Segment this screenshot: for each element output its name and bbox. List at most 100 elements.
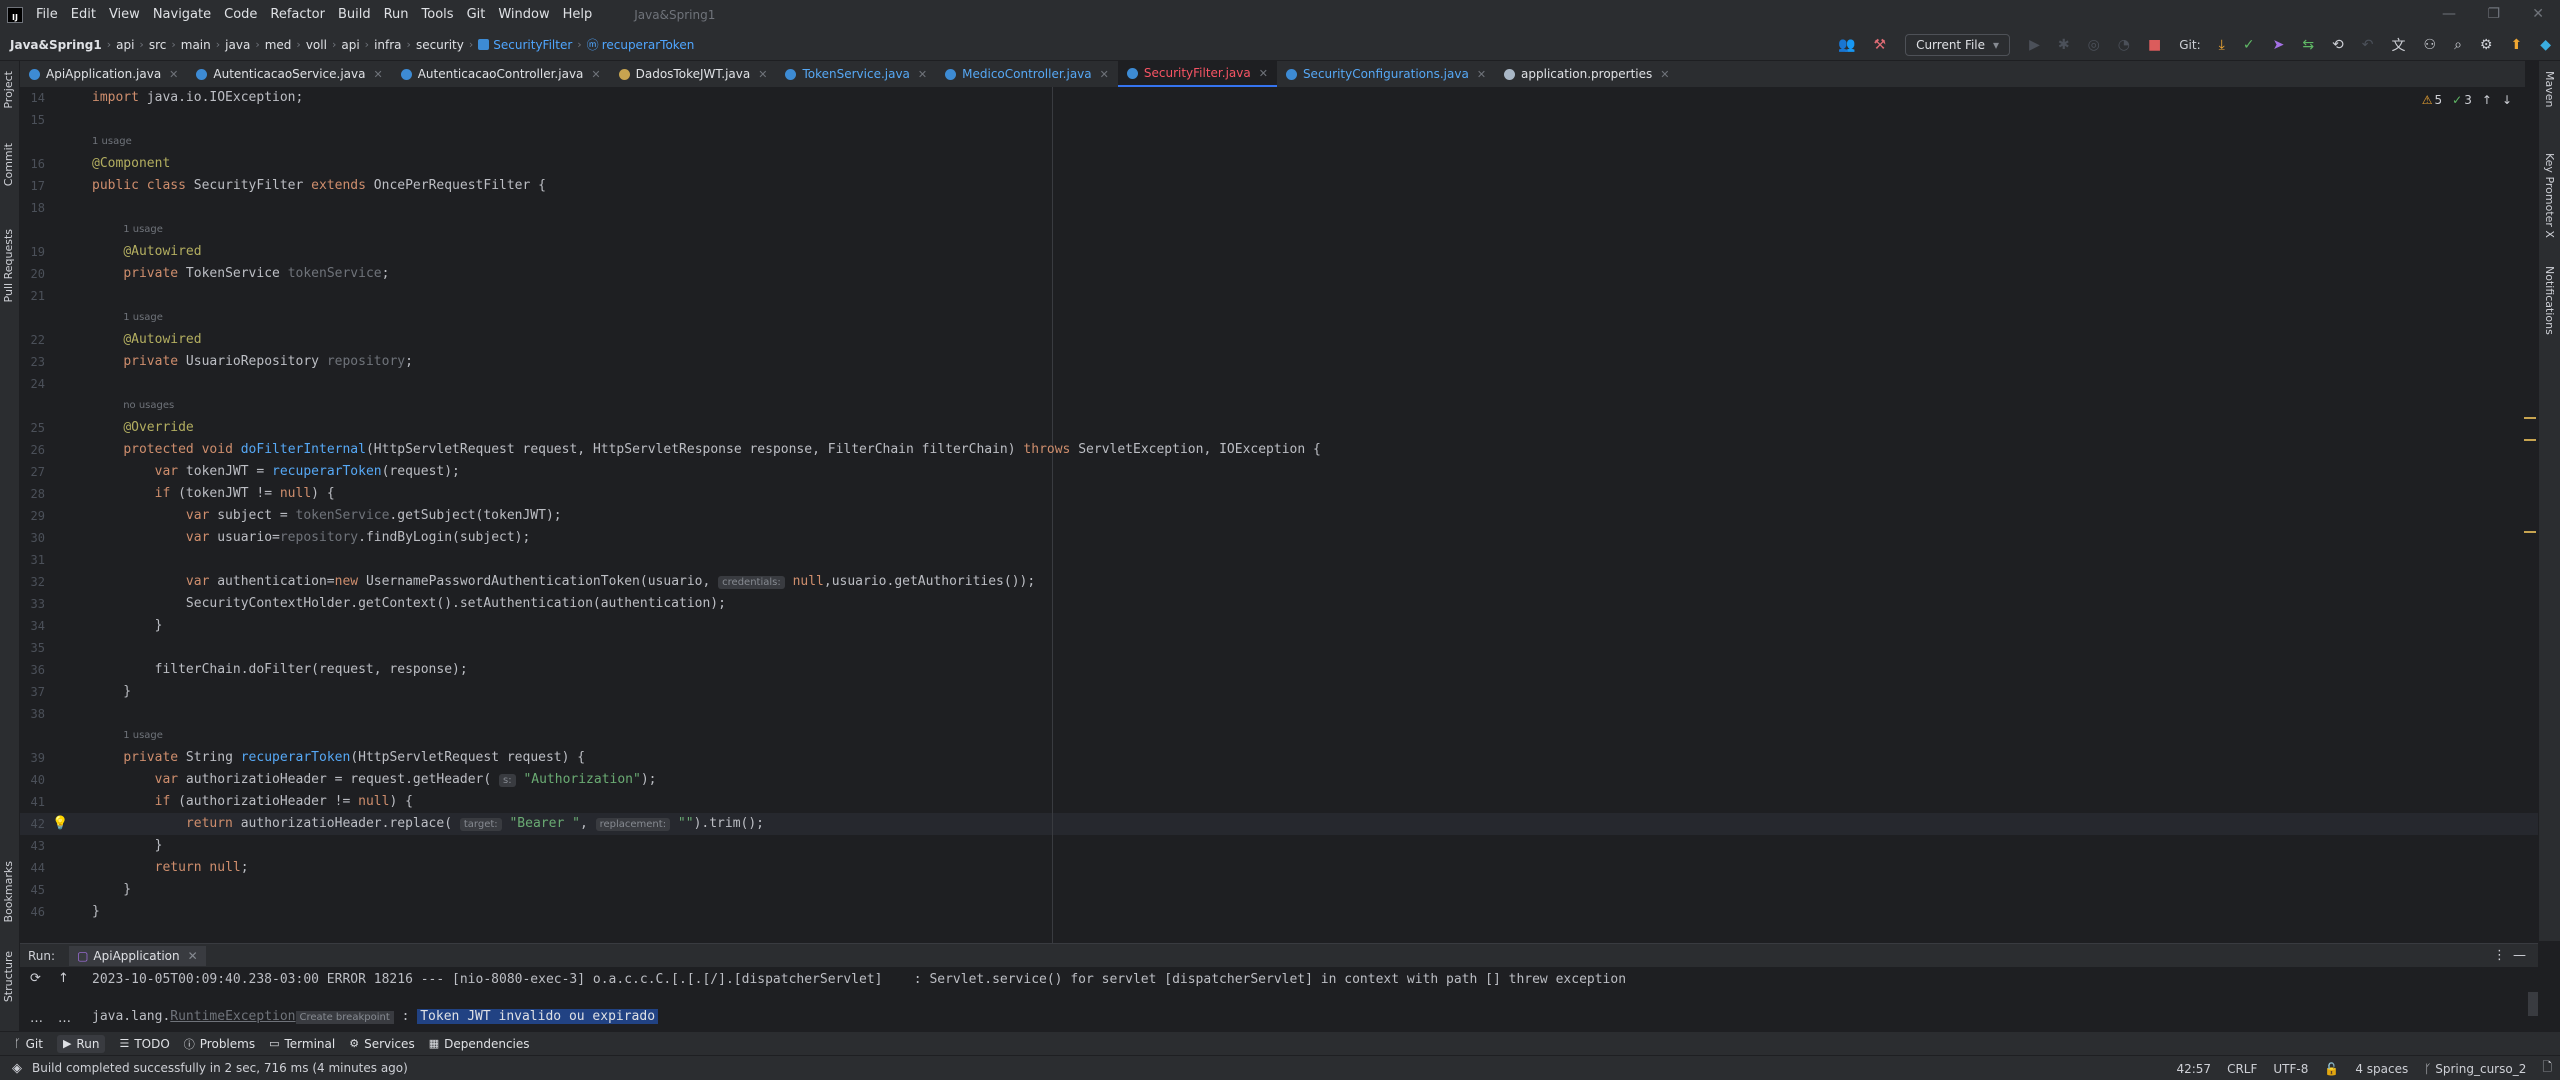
breadcrumb-item[interactable]: api (341, 38, 359, 52)
code-line[interactable]: 42 return authorizatioHeader.replace( ta… (20, 813, 2538, 835)
git-pull-request-icon[interactable]: ⇆ (2302, 37, 2314, 53)
tool-structure[interactable]: Structure (2, 951, 15, 1002)
menu-code[interactable]: Code (224, 7, 257, 22)
run-icon[interactable]: ▶ (2029, 37, 2040, 53)
history-icon[interactable]: ⟲ (2332, 37, 2344, 53)
git-branch[interactable]: ᚴ Spring_curso_2 (2424, 1062, 2526, 1076)
editor-tab[interactable]: ApiApplication.java ✕ (20, 61, 187, 87)
menu-window[interactable]: Window (498, 7, 549, 22)
arrow-down-icon[interactable]: ↓ (2502, 93, 2512, 107)
code-line[interactable]: 39 private String recuperarToken(HttpSer… (20, 747, 2538, 769)
breadcrumb-project[interactable]: Java&Spring1 (10, 38, 102, 52)
code-line[interactable]: 18 (20, 197, 2538, 219)
editor-tab[interactable]: AutenticacaoService.java ✕ (187, 61, 391, 87)
usage-hint[interactable]: 1 usage (123, 219, 163, 241)
code-line[interactable]: 43 } (20, 835, 2538, 857)
inspection-widget[interactable]: ⚠ 5 ✓ 3 ↑ ↓ (2422, 93, 2512, 107)
menu-edit[interactable]: Edit (71, 7, 96, 22)
usage-hint[interactable]: no usages (123, 395, 174, 417)
code-line[interactable]: 29 var subject = tokenService.getSubject… (20, 505, 2538, 527)
code-editor[interactable]: 14 import java.io.IOException; 15 1 usage 16… (20, 87, 2538, 943)
console-scrollbar[interactable] (2528, 992, 2538, 1016)
close-icon[interactable]: ✕ (1477, 68, 1486, 81)
menu-navigate[interactable]: Navigate (153, 7, 211, 22)
tool-pull-requests[interactable]: Pull Requests (2, 229, 15, 302)
usage-hint[interactable]: 1 usage (123, 307, 163, 329)
editor-tab[interactable]: application.properties ✕ (1495, 61, 1678, 87)
account-icon[interactable]: 👥 (1838, 37, 1855, 53)
editor-tab[interactable]: TokenService.java ✕ (776, 61, 936, 87)
code-line[interactable]: 19 @Autowired (20, 241, 2538, 263)
breadcrumb-item[interactable]: java (225, 38, 250, 52)
close-icon[interactable]: ✕ (1100, 68, 1109, 81)
tool-tab-todo[interactable]: ☰ TODO (119, 1037, 169, 1051)
tool-bookmarks[interactable]: Bookmarks (2, 861, 15, 922)
create-breakpoint-hint[interactable]: Create breakpoint (295, 1011, 394, 1024)
translate-icon[interactable]: 文 (2392, 35, 2406, 55)
breadcrumb-item[interactable]: security (416, 38, 464, 52)
lightbulb-icon[interactable]: 💡 (52, 813, 68, 835)
coverage-icon[interactable]: ◎ (2088, 37, 2100, 53)
warning-stripe[interactable] (2524, 531, 2536, 533)
tool-key-promoter[interactable]: Key Promoter X (2543, 153, 2556, 238)
tool-tab-problems[interactable]: ⓘ Problems (184, 1036, 255, 1052)
indent-setting[interactable]: 4 spaces (2355, 1062, 2408, 1076)
breadcrumb-item[interactable]: voll (306, 38, 327, 52)
line-separator[interactable]: CRLF (2227, 1062, 2257, 1076)
tool-project[interactable]: Project (2, 71, 15, 109)
menu-view[interactable]: View (109, 7, 140, 22)
exception-message[interactable]: Token JWT invalido ou expirado (417, 1009, 659, 1024)
menu-help[interactable]: Help (563, 7, 593, 22)
code-line[interactable]: 34 } (20, 615, 2538, 637)
close-icon[interactable]: ✕ (1259, 67, 1268, 80)
code-line[interactable]: 37 } (20, 681, 2538, 703)
menu-build[interactable]: Build (338, 7, 371, 22)
more-icon[interactable]: … (30, 1011, 43, 1026)
update-icon[interactable]: ⬆ (2510, 37, 2522, 53)
rollback-icon[interactable]: ↶ (2362, 37, 2374, 53)
lock-icon[interactable]: 🔓 (2324, 1062, 2339, 1076)
tool-tab-dependencies[interactable]: ▦ Dependencies (429, 1037, 530, 1051)
warning-stripe[interactable] (2524, 439, 2536, 441)
code-line[interactable]: 45 } (20, 879, 2538, 901)
menu-git[interactable]: Git (467, 7, 486, 22)
tool-tab-services[interactable]: ⚙ Services (349, 1037, 414, 1051)
code-line[interactable]: 16 @Component (20, 153, 2538, 175)
tool-notifications[interactable]: Notifications (2543, 266, 2556, 335)
run-console[interactable]: ⟳ ↑ … … 2023-10-05T00:09:40.238-03:00 ER… (20, 967, 2538, 1031)
menu-refactor[interactable]: Refactor (270, 7, 325, 22)
code-with-me-icon[interactable]: ⚇ (2424, 37, 2437, 53)
editor-tab[interactable]: SecurityFilter.java ✕ (1117, 61, 1277, 87)
code-line[interactable]: 46} (20, 901, 2538, 923)
breadcrumb-method[interactable]: recuperarToken (602, 38, 695, 52)
scroll-up-icon[interactable]: ↑ (58, 971, 69, 986)
breadcrumb-item[interactable]: med (265, 38, 292, 52)
caret-position[interactable]: 42:57 (2176, 1062, 2211, 1076)
close-window-icon[interactable]: ✕ (2532, 6, 2544, 22)
breadcrumb-item[interactable]: main (181, 38, 211, 52)
code-line[interactable]: 41 if (authorizatioHeader != null) { (20, 791, 2538, 813)
editor-tab[interactable]: MedicoController.java ✕ (936, 61, 1118, 87)
code-line[interactable]: 21 (20, 285, 2538, 307)
editor-tab[interactable]: SecurityConfigurations.java ✕ (1277, 61, 1495, 87)
tool-tab-git[interactable]: ᚴ Git (14, 1037, 43, 1051)
close-icon[interactable]: ✕ (1660, 68, 1669, 81)
stop-icon[interactable]: ■ (2148, 37, 2161, 53)
editor-tab[interactable]: DadosTokeJWT.java ✕ (610, 61, 777, 87)
close-icon[interactable]: ✕ (374, 68, 383, 81)
search-icon[interactable]: ⌕ (2454, 37, 2462, 53)
profile-icon[interactable]: ◔ (2118, 37, 2130, 53)
file-encoding[interactable]: UTF-8 (2273, 1062, 2308, 1076)
code-line[interactable]: 20 private TokenService tokenService; (20, 263, 2538, 285)
warning-stripe[interactable] (2524, 417, 2536, 419)
tool-tab-run[interactable]: ▶ Run (56, 1034, 106, 1053)
close-icon[interactable]: ✕ (758, 68, 767, 81)
close-icon[interactable]: ✕ (188, 949, 198, 963)
code-line[interactable]: 30 var usuario=repository.findByLogin(su… (20, 527, 2538, 549)
code-line[interactable]: 23 private UsuarioRepository repository; (20, 351, 2538, 373)
breadcrumb-item[interactable]: api (116, 38, 134, 52)
breadcrumb-class[interactable]: SecurityFilter (493, 38, 572, 52)
debug-icon[interactable]: ✱ (2058, 37, 2070, 53)
more-options-icon[interactable]: ⋮ (2493, 948, 2506, 963)
code-line[interactable]: 28 if (tokenJWT != null) { (20, 483, 2538, 505)
